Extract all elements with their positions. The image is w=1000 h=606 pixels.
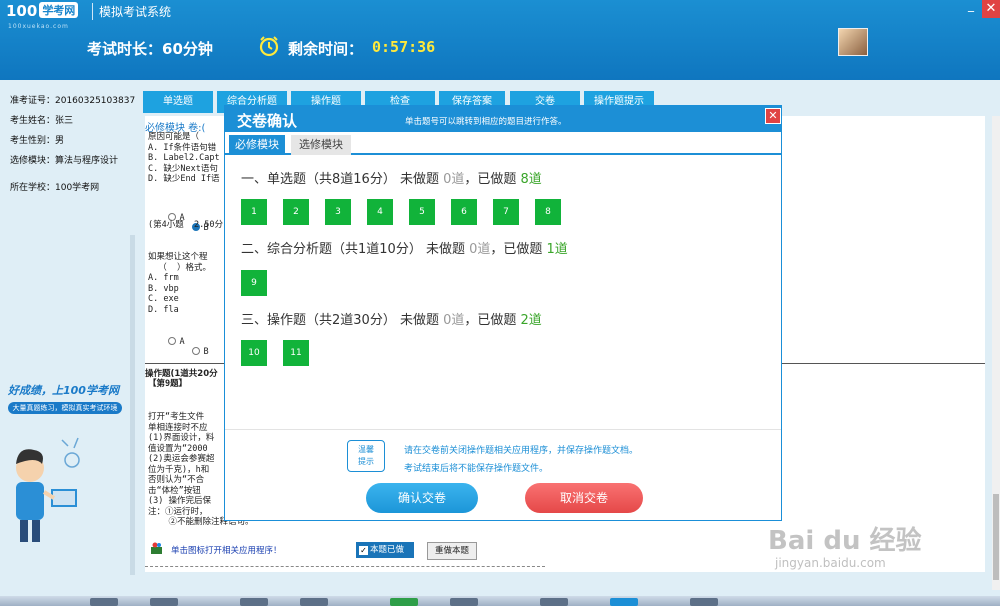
taskbar-item[interactable]	[390, 598, 418, 606]
scrollbar-thumb[interactable]	[993, 494, 999, 580]
taskbar-item[interactable]	[690, 598, 718, 606]
taskbar-item[interactable]	[300, 598, 328, 606]
section-analysis-title: 二、综合分析题（共1道10分） 未做题 0道，已做题 1道	[241, 242, 568, 257]
app-title: 模拟考试系统	[92, 3, 171, 20]
remaining-time: 0:57:36	[372, 38, 436, 56]
section-operation-title: 三、操作题（共2道30分） 未做题 0道，已做题 2道	[241, 313, 542, 328]
watermark-url: jingyan.baidu.com	[775, 556, 886, 570]
candidate-id: 准考证号：20160325103837	[10, 96, 136, 106]
question-number-button[interactable]: 4	[367, 199, 393, 225]
candidate-name: 考生姓名：张三	[10, 116, 74, 126]
candidate-gender: 考生性别：男	[10, 136, 65, 146]
candidate-school: 所在学校：100学考网	[10, 183, 100, 193]
question-4-options: A B	[148, 326, 209, 368]
divider	[225, 429, 781, 430]
dialog-hint: 单击题号可以跳转到相应的题目进行作答。	[405, 117, 567, 127]
operation-header: 操作题(1道共20分	[145, 369, 218, 379]
tab-required-module[interactable]: 必修模块	[229, 135, 285, 155]
question-4-text: 如果想让这个程 （ ）格式。 A. frm B. vbp C. exe D. f…	[148, 252, 211, 315]
option-b[interactable]: B	[192, 347, 209, 357]
taskbar-item[interactable]	[540, 598, 568, 606]
dialog-title: 交卷确认	[237, 112, 298, 130]
cancel-submit-button[interactable]: 取消交卷	[525, 483, 643, 513]
question-4-meta: (第4小题 2.50分	[148, 220, 223, 230]
left-scrollbar[interactable]	[130, 235, 135, 575]
dialog-close-button[interactable]: ✕	[765, 108, 781, 124]
divider	[145, 566, 545, 567]
redo-question-button[interactable]: 重做本题	[427, 542, 477, 560]
confirm-submit-button[interactable]: 确认交卷	[366, 483, 478, 513]
avatar	[838, 28, 868, 56]
question-number-button[interactable]: 5	[409, 199, 435, 225]
logo: 100 学考网	[6, 2, 79, 20]
logo-subtitle: 100xuekao.com	[8, 23, 69, 30]
candidate-panel: 准考证号：20160325103837 考生姓名：张三 考生性别：男 选修模块：…	[0, 80, 135, 606]
taskbar-item[interactable]	[240, 598, 268, 606]
question-number-button[interactable]: 9	[241, 270, 267, 296]
question-number-button[interactable]: 3	[325, 199, 351, 225]
section-single-choice-title: 一、单选题（共8道16分） 未做题 0道，已做题 8道	[241, 172, 542, 187]
operation-number: 【第9题】	[148, 379, 188, 389]
question-3-text: 原因可能是（ A. If条件语句错 B. Label2.Capt C. 缺少Ne…	[148, 132, 220, 184]
taskbar-item[interactable]	[90, 598, 118, 606]
taskbar-item[interactable]	[150, 598, 178, 606]
question-number-button[interactable]: 10	[241, 340, 267, 366]
question-done-checkbox[interactable]: ✓ 本题已做	[356, 542, 414, 558]
watermark: Bai du 经验	[768, 526, 922, 556]
dialog-tabs: 必修模块 选修模块	[225, 133, 781, 155]
question-number-button[interactable]: 11	[283, 340, 309, 366]
open-app-link[interactable]: 单击图标打开相关应用程序！	[171, 544, 282, 556]
promo-subtitle: 大量真题练习，模拟真实考试环境	[8, 402, 122, 414]
mascot-illustration	[16, 437, 80, 542]
taskbar-item[interactable]	[610, 598, 638, 606]
question-number-button[interactable]: 8	[535, 199, 561, 225]
question-number-button[interactable]: 1	[241, 199, 267, 225]
taskbar-item[interactable]	[450, 598, 478, 606]
promo-title: 好成绩，上100学考网	[8, 384, 119, 397]
exam-duration: 考试时长：60分钟	[87, 40, 213, 58]
tip-badge: 温馨 提示	[347, 440, 385, 472]
question-number-button[interactable]: 2	[283, 199, 309, 225]
dialog-header: 交卷确认 单击题号可以跳转到相应的题目进行作答。 ✕	[225, 106, 781, 132]
remaining-time-label: 剩余时间：	[288, 40, 364, 58]
app-launch-icon[interactable]	[150, 542, 163, 555]
app-header: 100 学考网 100xuekao.com 模拟考试系统 考试时长：60分钟 剩余…	[0, 0, 1000, 80]
tip-text: 考试结束后将不能保存操作题文件。	[404, 464, 549, 474]
window-close-button[interactable]: ✕	[982, 0, 1000, 18]
submit-confirm-dialog: 交卷确认 单击题号可以跳转到相应的题目进行作答。 ✕ 必修模块 选修模块 一、单…	[224, 105, 782, 521]
tip-text: 请在交卷前关闭操作题相关应用程序，并保存操作题文档。	[404, 446, 639, 456]
candidate-module: 选修模块：算法与程序设计	[10, 156, 119, 166]
tab-elective-module[interactable]: 选修模块	[291, 135, 351, 155]
question-number-button[interactable]: 6	[451, 199, 477, 225]
tab-single-choice[interactable]: 单选题	[143, 91, 213, 113]
minimize-button[interactable]: _	[964, 0, 978, 14]
question-number-button[interactable]: 7	[493, 199, 519, 225]
alarm-clock-icon	[259, 36, 279, 57]
option-a[interactable]: A	[168, 336, 185, 347]
